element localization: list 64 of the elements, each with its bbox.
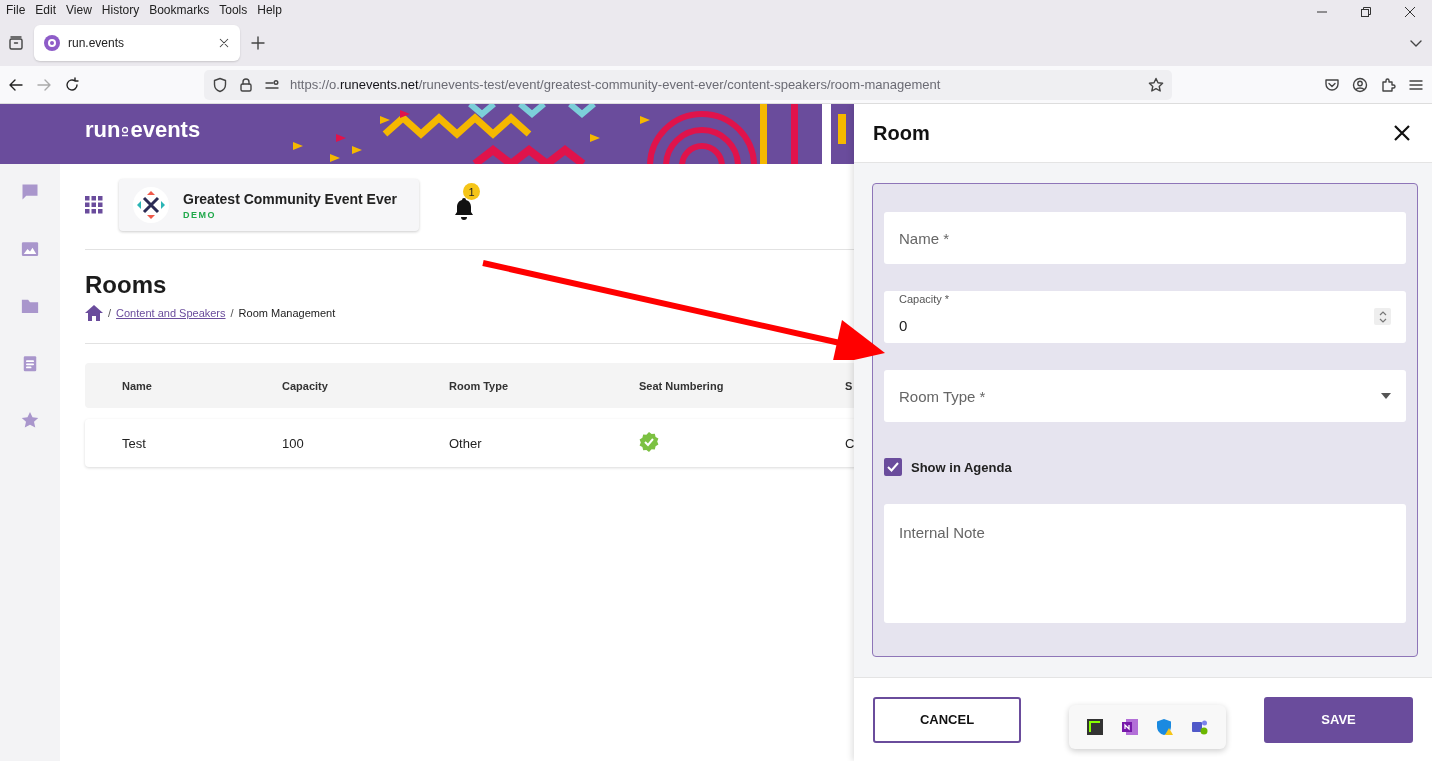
people-icon[interactable] <box>1192 719 1209 735</box>
page-title: Rooms <box>85 271 168 299</box>
address-bar[interactable]: https://o.runevents.net/runevents-test/event/greatest-community-event-ever/content-speakers/room-management <box>204 69 1172 100</box>
table-cell: C <box>845 435 854 451</box>
terminal-icon[interactable] <box>1086 719 1103 735</box>
column-header: Capacity <box>282 379 329 392</box>
notification-count: 1 <box>463 183 480 200</box>
tab-list-icon[interactable] <box>8 35 24 51</box>
menu-item[interactable]: View <box>66 2 92 18</box>
star-icon[interactable] <box>20 410 40 430</box>
demo-label: DEMO <box>183 209 217 220</box>
menu-item[interactable]: Bookmarks <box>149 2 210 18</box>
menu-item[interactable]: Edit <box>35 2 57 18</box>
image-icon[interactable] <box>20 239 40 259</box>
pocket-icon[interactable] <box>1324 76 1340 93</box>
table-cell-text: Test <box>122 435 147 451</box>
new-tab-icon[interactable] <box>250 35 266 51</box>
table-cell-text: 100 <box>282 435 305 451</box>
checkbox-label: Show in Agenda <box>911 459 1012 475</box>
column-header: Name <box>122 379 153 392</box>
notification-bell-icon[interactable] <box>453 197 475 221</box>
field-label: Capacity * <box>899 293 950 305</box>
show-in-agenda-checkbox[interactable] <box>884 458 902 476</box>
breadcrumb-link[interactable]: Content and Speakers <box>116 307 226 319</box>
reload-icon[interactable] <box>64 76 80 93</box>
close-icon[interactable] <box>1405 7 1415 17</box>
close-button[interactable] <box>1394 125 1410 141</box>
table-cell-text: Other <box>449 435 483 451</box>
shield-icon <box>212 76 228 93</box>
internal-note-field[interactable]: Internal Note <box>884 504 1406 623</box>
menu-item[interactable]: Help <box>257 2 282 18</box>
restore-icon[interactable] <box>1361 7 1371 17</box>
home-icon[interactable] <box>85 305 103 321</box>
column-header: Room Type <box>449 379 510 392</box>
table-row[interactable]: Test 100 Other C <box>85 419 854 467</box>
close-icon[interactable] <box>218 37 230 49</box>
column-header: S <box>845 379 854 392</box>
dropdown-caret-icon <box>1381 393 1391 399</box>
menu-item[interactable]: History <box>101 2 140 18</box>
event-card[interactable]: Greatest Community Event Ever DEMO <box>119 179 419 231</box>
breadcrumb-separator: / <box>230 307 234 319</box>
site-icon <box>44 35 60 51</box>
save-button[interactable]: SAVE <box>1264 696 1413 743</box>
star-icon[interactable] <box>1148 76 1164 93</box>
notebook-icon[interactable] <box>1121 719 1138 735</box>
event-logo-icon <box>133 187 169 223</box>
breadcrumb-separator: / <box>108 307 112 319</box>
breadcrumb-current: Room Management <box>238 307 336 319</box>
column-header: Seat Numbering <box>639 379 725 392</box>
name-field[interactable]: Name * <box>884 212 1406 264</box>
run-events-logo: run events <box>85 117 201 143</box>
spinner-icon[interactable] <box>1374 308 1391 325</box>
account-icon[interactable] <box>1352 76 1368 93</box>
menu-item[interactable]: Tools <box>219 2 248 18</box>
browser-tab[interactable]: run.events <box>34 25 240 61</box>
shield-warning-icon[interactable] <box>1157 719 1174 735</box>
extensions-icon[interactable] <box>1380 76 1396 93</box>
drawer-title: Room <box>873 121 930 145</box>
event-name: Greatest Community Event Ever <box>183 190 397 207</box>
room-type-select[interactable]: Room Type * <box>884 370 1406 422</box>
cancel-button[interactable]: CANCEL <box>873 696 1021 743</box>
lock-icon <box>238 76 254 93</box>
apps-grid-icon[interactable] <box>85 196 103 214</box>
menu-item[interactable]: File <box>6 2 26 18</box>
